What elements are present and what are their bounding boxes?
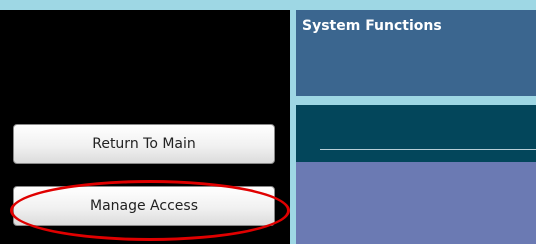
top-strip xyxy=(0,0,536,10)
manage-access-button[interactable]: Manage Access xyxy=(13,186,275,226)
toolbar-band xyxy=(296,105,536,162)
return-to-main-button[interactable]: Return To Main xyxy=(13,124,275,164)
divider xyxy=(320,149,536,150)
main-panel: System Functions xyxy=(290,10,536,244)
content-area xyxy=(296,162,536,244)
system-functions-header: System Functions xyxy=(296,10,536,96)
section-title: System Functions xyxy=(302,18,442,34)
